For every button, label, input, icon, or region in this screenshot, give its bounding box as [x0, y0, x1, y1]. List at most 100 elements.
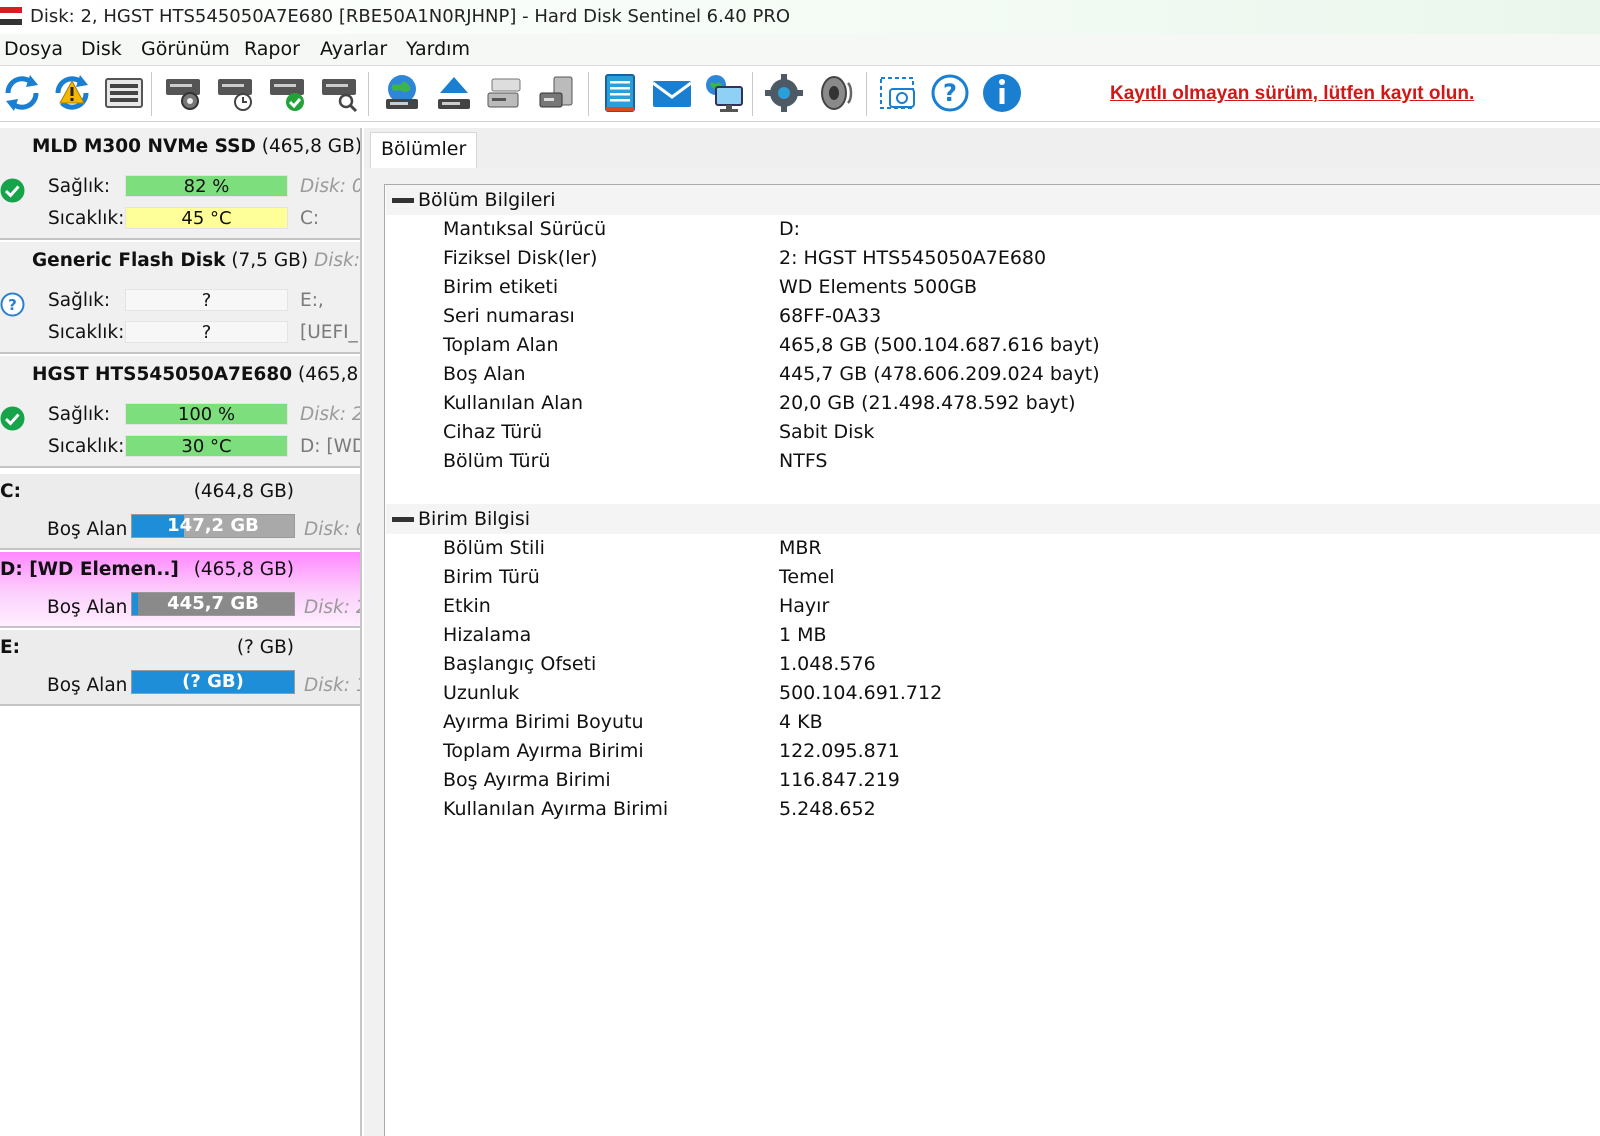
free-space-bar: 445,7 GB [131, 592, 295, 616]
temperature-label: Sıcaklık: [48, 436, 125, 457]
toolbar-separator [588, 72, 589, 116]
svg-text:?: ? [8, 296, 17, 314]
volume-card-e[interactable]: E: (? GB) Boş Alan (? GB) Disk: 1 [0, 630, 360, 706]
disk-card-2[interactable]: HGST HTS545050A7E680 (465,8 GB) Sağlık: … [0, 356, 360, 468]
group-header-partition-info[interactable]: Bölüm Bilgileri [386, 185, 1600, 215]
temperature-bar: ? [125, 321, 288, 343]
collapse-icon[interactable] [392, 198, 414, 203]
disk-ok-icon[interactable] [266, 71, 310, 115]
menu-report[interactable]: Rapor [244, 38, 300, 60]
volume-size: (465,8 GB) [193, 559, 294, 580]
volume-name: E: [0, 637, 21, 658]
info-row: Boş Ayırma Birimi 116.847.219 [443, 769, 900, 791]
disk-card-1[interactable]: ? Generic Flash Disk (7,5 GB) Disk: 1 Sa… [0, 242, 360, 354]
toolbar-separator [752, 72, 753, 116]
info-row: Mantıksal Sürücü D: [443, 218, 801, 240]
tab-strip: Bölümler [364, 128, 1600, 168]
free-space-value: 445,7 GB [167, 593, 259, 614]
group-header-volume-info[interactable]: Birim Bilgisi [386, 504, 1600, 534]
partition-info-list: Bölüm Bilgileri Mantıksal Sürücü D: Fizik… [384, 184, 1600, 1136]
disk-settings-icon[interactable] [162, 71, 206, 115]
info-row: Bölüm Türü NTFS [443, 450, 828, 472]
disk-card-0[interactable]: MLD M300 NVMe SSD (465,8 GB) Sağlık: 82 … [0, 128, 360, 240]
server-disk-icon[interactable] [536, 71, 580, 115]
drive-letter: E:, [300, 290, 324, 311]
monitor-icon[interactable] [702, 71, 746, 115]
network-disk-icon[interactable] [484, 71, 528, 115]
info-row: Kullanılan Alan 20,0 GB (21.498.478.592 b… [443, 392, 1076, 414]
info-row: Cihaz Türü Sabit Disk [443, 421, 875, 443]
menu-help[interactable]: Yardım [406, 38, 470, 60]
menu-settings[interactable]: Ayarlar [320, 38, 387, 60]
disk-name: HGST HTS545050A7E680 (465,8 GB) [32, 364, 360, 385]
info-row: Birim Türü Temel [443, 566, 835, 588]
volume-card-c[interactable]: C: (464,8 GB) Boş Alan 147,2 GB Disk: 0 [0, 474, 360, 550]
volume-card-d[interactable]: D: [WD Elemen..] (465,8 GB) Boş Alan 445… [0, 552, 360, 628]
notepad-icon[interactable] [598, 71, 642, 115]
volume-name: D: [WD Elemen..] [0, 559, 179, 580]
info-icon[interactable] [980, 71, 1024, 115]
info-row: Başlangıç Ofseti 1.048.576 [443, 653, 876, 675]
help-icon[interactable]: ? [928, 71, 972, 115]
window-title: Disk: 2, HGST HTS545050A7E680 [RBE50A1N0… [30, 6, 791, 27]
register-link[interactable]: Kayıtlı olmayan sürüm, lütfen kayıt olun… [1110, 83, 1474, 105]
temperature-label: Sıcaklık: [48, 322, 125, 343]
volume-size: (? GB) [236, 637, 294, 658]
info-row: Uzunluk 500.104.691.712 [443, 682, 943, 704]
info-row: Hizalama 1 MB [443, 624, 827, 646]
drive-letter: D: [WD [300, 436, 360, 457]
disk-number: Disk: 2 [304, 597, 360, 618]
screenshot-icon[interactable] [876, 71, 920, 115]
volume-size: (464,8 GB) [193, 481, 294, 502]
title-bar: Disk: 2, HGST HTS545050A7E680 [RBE50A1N0… [0, 0, 1600, 34]
free-space-label: Boş Alan [47, 597, 128, 618]
toolbar: ? Kayıtlı olmayan sürüm, lütfen kayıt ol… [0, 66, 1600, 122]
group-title: Bölüm Bilgileri [418, 189, 556, 211]
disk-schedule-icon[interactable] [214, 71, 258, 115]
svg-text:?: ? [943, 79, 957, 107]
info-row: Toplam Alan 465,8 GB (500.104.687.616 bay… [443, 334, 1100, 356]
free-space-bar: 147,2 GB [131, 514, 295, 538]
free-space-label: Boş Alan [47, 675, 128, 696]
menu-disk[interactable]: Disk [81, 38, 122, 60]
disk-number: Disk: 0 [304, 519, 360, 540]
drive-letter: C: [300, 208, 320, 229]
gear-icon[interactable] [762, 71, 806, 115]
health-bar: ? [125, 289, 288, 311]
health-ok-icon [0, 406, 25, 431]
globe-disk-icon[interactable] [380, 71, 424, 115]
free-space-value: (? GB) [182, 671, 244, 692]
menu-view[interactable]: Görünüm [141, 38, 230, 60]
volume-name: C: [0, 481, 21, 502]
app-icon [0, 7, 22, 25]
health-label: Sağlık: [48, 176, 111, 197]
health-bar: 100 % [125, 403, 288, 425]
collapse-icon[interactable] [392, 517, 414, 522]
refresh-warning-icon[interactable] [50, 71, 94, 115]
toolbar-separator [151, 72, 152, 116]
group-title: Birim Bilgisi [418, 508, 531, 530]
disk-number: Disk: 0 [300, 176, 360, 197]
tab-partitions[interactable]: Bölümler [370, 132, 478, 168]
temperature-label: Sıcaklık: [48, 208, 125, 229]
disk-name: MLD M300 NVMe SSD (465,8 GB) [32, 136, 360, 157]
health-unknown-icon: ? [0, 292, 25, 317]
info-row: Toplam Ayırma Birimi 122.095.871 [443, 740, 900, 762]
eject-icon[interactable] [432, 71, 476, 115]
free-space-value: 147,2 GB [167, 515, 259, 536]
menu-bar: Dosya Disk Görünüm Rapor Ayarlar Yardım [0, 34, 1600, 66]
info-row: Seri numarası 68FF-0A33 [443, 305, 882, 327]
info-row: Bölüm Stili MBR [443, 537, 822, 559]
info-row: Etkin Hayır [443, 595, 830, 617]
refresh-icon[interactable] [0, 71, 44, 115]
menu-file[interactable]: Dosya [4, 38, 63, 60]
free-space-bar: (? GB) [131, 670, 295, 694]
info-row: Fiziksel Disk(ler) 2: HGST HTS545050A7E68… [443, 247, 1047, 269]
disk-number: Disk: 2 [300, 404, 360, 425]
disk-list-icon[interactable] [102, 71, 146, 115]
disk-search-icon[interactable] [318, 71, 362, 115]
disk-number: Disk: 1 [304, 675, 360, 696]
health-label: Sağlık: [48, 290, 111, 311]
mail-icon[interactable] [650, 71, 694, 115]
speaker-icon[interactable] [814, 71, 858, 115]
